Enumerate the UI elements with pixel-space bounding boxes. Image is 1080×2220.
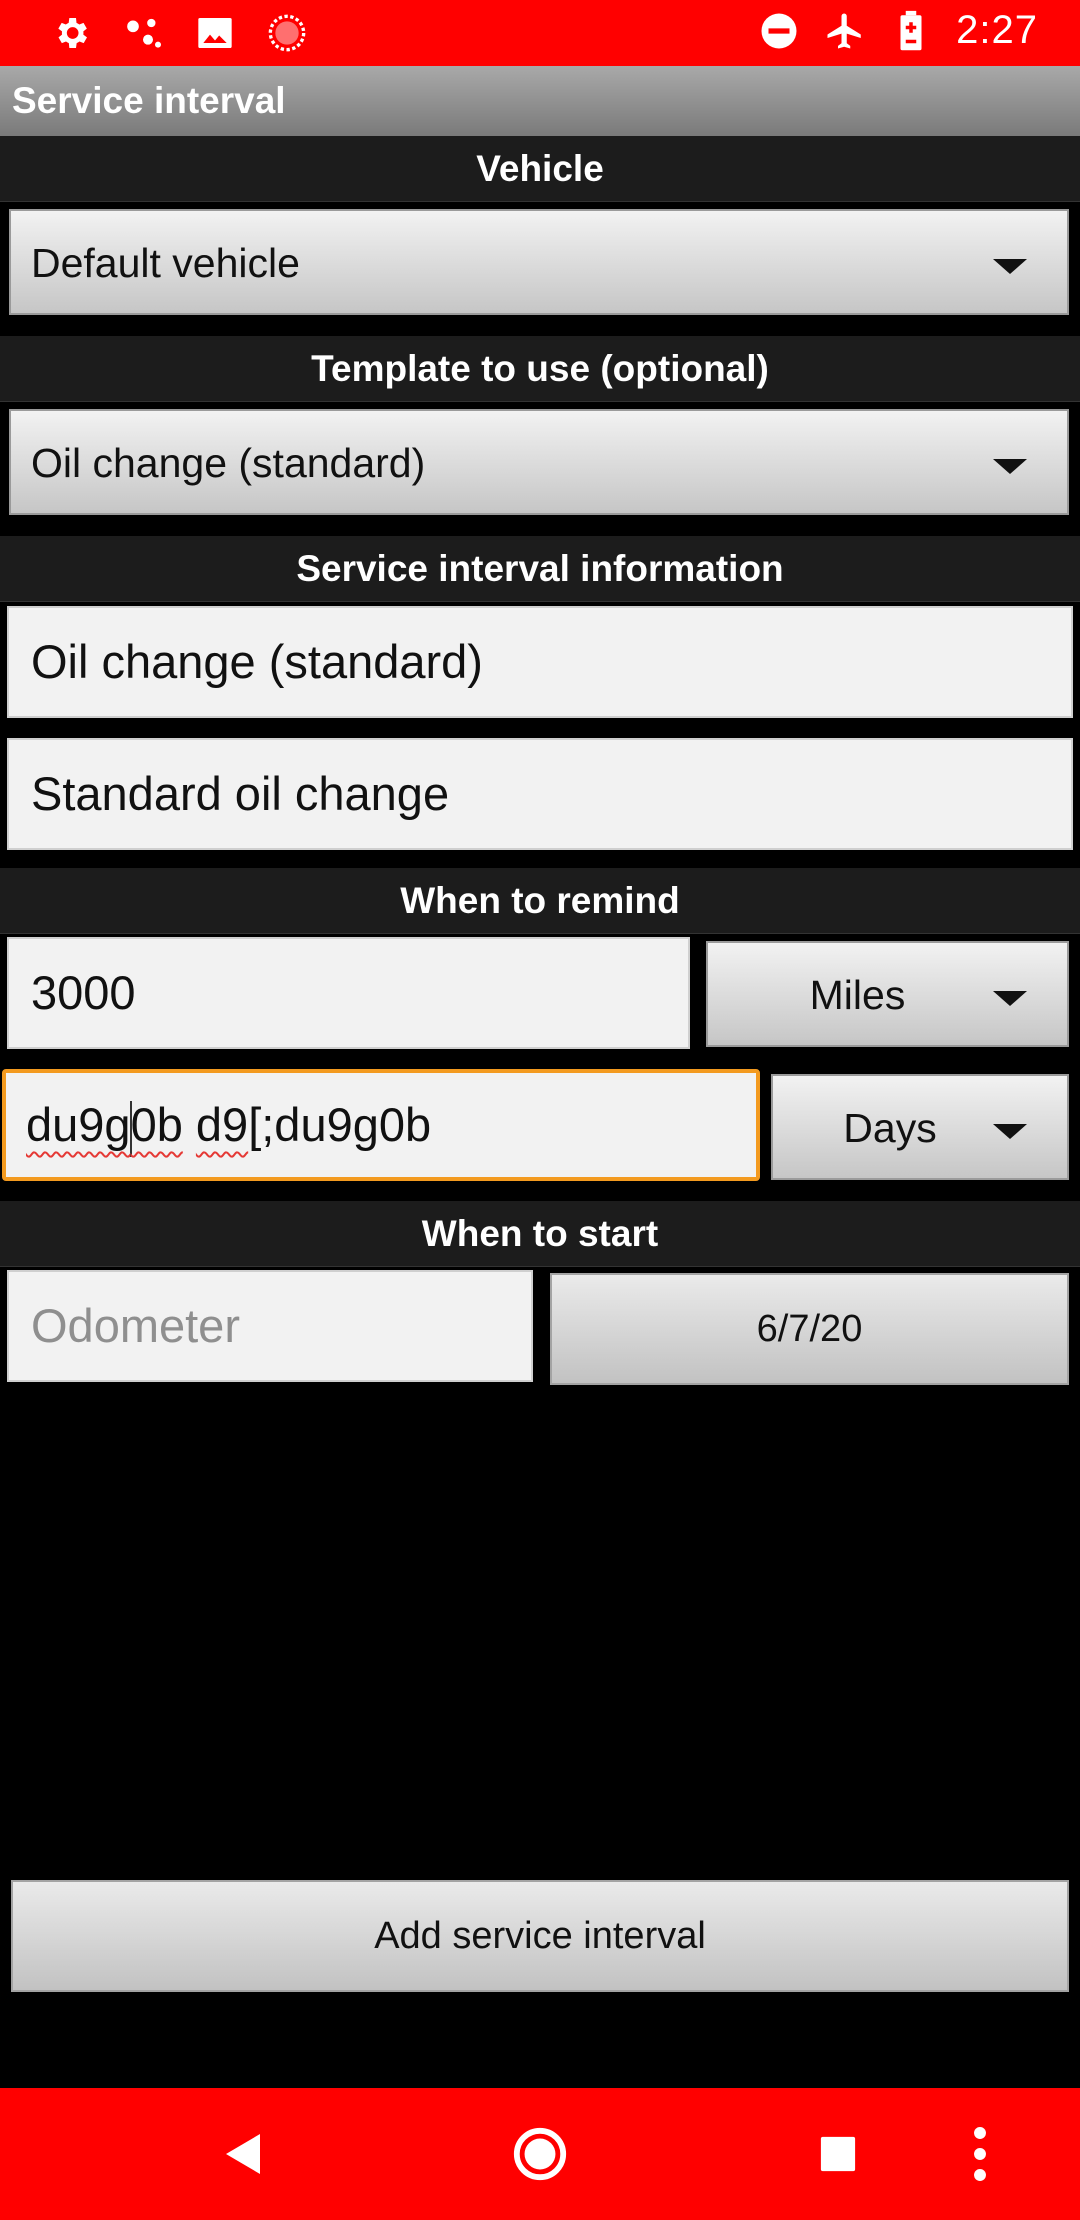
time-unit-value: Days: [843, 1105, 937, 1151]
back-icon[interactable]: [204, 2116, 280, 2192]
vehicle-dropdown[interactable]: Default vehicle: [9, 209, 1069, 315]
odometer-field[interactable]: Odometer: [7, 1270, 533, 1382]
dropdown-arrow-icon: [993, 259, 1027, 274]
template-dropdown[interactable]: Oil change (standard): [9, 409, 1069, 515]
battery-icon: [890, 10, 932, 52]
navigation-bar: [0, 2088, 1080, 2220]
misspelled-word: d9: [195, 1098, 249, 1151]
remind-time-field[interactable]: du9g0b d9[;du9g0b: [2, 1069, 760, 1181]
more-options-icon[interactable]: [942, 2116, 1018, 2192]
info-header: Service interval information: [0, 536, 1080, 602]
app-title: Service interval: [0, 66, 1080, 136]
template-dropdown-value: Oil change (standard): [31, 440, 426, 486]
dropdown-arrow-icon: [993, 1124, 1027, 1139]
template-header: Template to use (optional): [0, 336, 1080, 402]
add-service-interval-button[interactable]: Add service interval: [11, 1880, 1069, 1992]
time-field-text: [;du9g0b: [248, 1098, 432, 1151]
distance-unit-dropdown[interactable]: Miles: [706, 941, 1069, 1047]
interval-name-field[interactable]: Oil change (standard): [7, 606, 1073, 718]
interval-description-field[interactable]: Standard oil change: [7, 738, 1073, 850]
vehicle-dropdown-value: Default vehicle: [31, 240, 300, 286]
start-date-button[interactable]: 6/7/20: [550, 1273, 1069, 1385]
vehicle-header: Vehicle: [0, 136, 1080, 202]
record-icon: [266, 12, 308, 54]
remind-header: When to remind: [0, 868, 1080, 934]
do-not-disturb-icon: [758, 10, 800, 52]
clock: 2:27: [956, 8, 1038, 52]
distance-unit-value: Miles: [809, 972, 906, 1018]
start-header: When to start: [0, 1201, 1080, 1267]
dropdown-arrow-icon: [993, 991, 1027, 1006]
share-nodes-icon: [122, 12, 164, 54]
time-unit-dropdown[interactable]: Days: [771, 1074, 1069, 1180]
remind-distance-field[interactable]: 3000: [7, 937, 690, 1049]
recents-icon[interactable]: [800, 2116, 876, 2192]
status-bar: 2:27: [0, 0, 1080, 66]
gear-icon: [50, 12, 92, 54]
home-icon[interactable]: [502, 2116, 578, 2192]
misspelled-word: du9g0b: [26, 1098, 183, 1157]
airplane-mode-icon: [824, 10, 866, 52]
image-icon: [194, 12, 236, 54]
dropdown-arrow-icon: [993, 459, 1027, 474]
